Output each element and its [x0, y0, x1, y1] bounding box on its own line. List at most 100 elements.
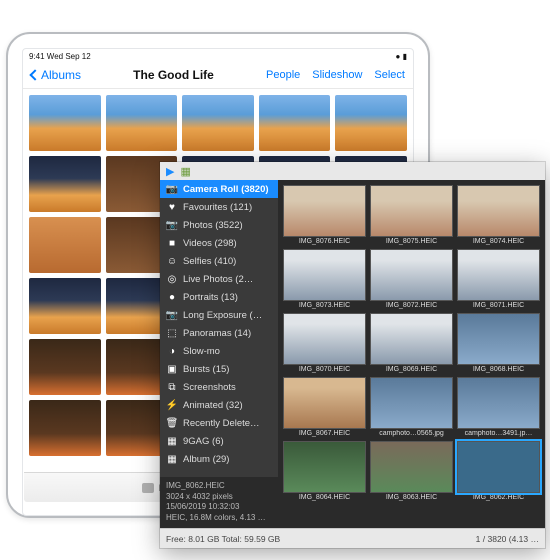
page-title: The Good Life — [133, 68, 214, 82]
back-button[interactable]: Albums — [31, 68, 81, 82]
thumb-cell[interactable]: IMG_8072.HEIC — [370, 249, 453, 309]
thumb-cell[interactable]: IMG_8064.HEIC — [283, 441, 366, 501]
thumb-cell[interactable]: camphoto…0565.jpg — [370, 377, 453, 437]
sidebar-item[interactable]: ■Videos (298) — [160, 234, 278, 252]
thumb-filename: IMG_8073.HEIC — [283, 302, 366, 309]
info-filename: IMG_8062.HEIC — [166, 481, 272, 492]
sidebar-item[interactable]: ▦ 9GAG (6) — [160, 432, 278, 450]
photo-thumb[interactable] — [29, 278, 101, 334]
sidebar-item-label: Animated (32) — [183, 400, 243, 411]
sidebar-item-label: Favourites (121) — [183, 202, 252, 213]
sidebar-item[interactable]: ♥ Favourites (121) — [160, 198, 278, 216]
info-dims: 3024 x 4032 pixels — [166, 492, 272, 503]
thumb-filename: IMG_8072.HEIC — [370, 302, 453, 309]
thumbnail-pane: IMG_8076.HEIC IMG_8075.HEIC IMG_8074.HEIC I… — [278, 180, 545, 528]
sidebar-item[interactable]: ⬚Panoramas (14) — [160, 324, 278, 342]
thumb-cell[interactable]: IMG_8067.HEIC — [283, 377, 366, 437]
sidebar-item-label: Bursts (15) — [183, 364, 229, 375]
nav-right: People Slideshow Select — [266, 69, 405, 81]
sidebar-item[interactable]: 📷 Camera Roll (3820) — [160, 180, 278, 198]
thumb-filename: IMG_8063.HEIC — [370, 494, 453, 501]
photos-icon — [142, 483, 154, 493]
sidebar-item[interactable]: ● Portraits (13) — [160, 288, 278, 306]
sidebar-item-label: Portraits (13) — [183, 292, 238, 303]
photo-thumb[interactable] — [106, 95, 178, 151]
thumb-image — [457, 313, 540, 365]
thumb-image — [283, 185, 366, 237]
thumb-filename: camphoto…0565.jpg — [370, 430, 453, 437]
sidebar-item[interactable]: 🗑 Recently Delete… — [160, 414, 278, 432]
album-icon: 📷 — [166, 309, 178, 321]
photo-thumb[interactable] — [29, 95, 101, 151]
nav-bar: Albums The Good Life People Slideshow Se… — [23, 64, 413, 89]
status-time: 9:41 Wed Sep 12 — [29, 52, 91, 61]
photo-thumb[interactable] — [29, 217, 101, 273]
photo-thumb[interactable] — [182, 95, 254, 151]
thumb-cell[interactable]: IMG_8069.HEIC — [370, 313, 453, 373]
thumb-cell[interactable]: IMG_8070.HEIC — [283, 313, 366, 373]
sidebar-item-label: Selfies (410) — [183, 256, 236, 267]
thumb-filename: IMG_8075.HEIC — [370, 238, 453, 245]
thumb-cell[interactable]: IMG_8075.HEIC — [370, 185, 453, 245]
album-icon: 📷 — [166, 183, 178, 195]
thumb-image — [283, 441, 366, 493]
thumb-image — [457, 441, 540, 493]
album-icon: 🗑 — [166, 417, 178, 429]
media-tab-icon[interactable]: ▶ — [166, 165, 174, 178]
thumb-filename: IMG_8071.HEIC — [457, 302, 540, 309]
thumb-cell[interactable]: IMG_8076.HEIC — [283, 185, 366, 245]
sidebar-item-label: Camera Roll (3820) — [183, 184, 269, 195]
thumb-image — [370, 441, 453, 493]
thumb-filename: IMG_8070.HEIC — [283, 366, 366, 373]
thumb-image — [370, 377, 453, 429]
thumb-image — [283, 377, 366, 429]
thumb-filename: IMG_8076.HEIC — [283, 238, 366, 245]
thumb-image — [457, 377, 540, 429]
nav-slideshow[interactable]: Slideshow — [312, 69, 362, 81]
thumb-image — [370, 249, 453, 301]
info-date: 15/06/2019 10:32:03 — [166, 502, 272, 513]
thumb-cell[interactable]: IMG_8074.HEIC — [457, 185, 540, 245]
sidebar-item[interactable]: 📷Long Exposure (… — [160, 306, 278, 324]
thumb-cell[interactable]: IMG_8073.HEIC — [283, 249, 366, 309]
photo-thumb[interactable] — [29, 400, 101, 456]
sidebar-item[interactable]: 📷Photos (3522) — [160, 216, 278, 234]
sidebar-item-label: Recently Delete… — [183, 418, 260, 429]
info-meta: HEIC, 16.8M colors, 4.13 … — [166, 513, 272, 524]
thumb-filename: IMG_8069.HEIC — [370, 366, 453, 373]
status-selection: 1 / 3820 (4.13 … — [476, 534, 539, 544]
album-icon: ⧉ — [166, 381, 178, 393]
photo-thumb[interactable] — [335, 95, 407, 151]
sidebar-item[interactable]: ▦Album (29) — [160, 450, 278, 468]
sidebar-item-label: Slow-mo — [183, 346, 220, 357]
thumb-cell[interactable]: IMG_8063.HEIC — [370, 441, 453, 501]
nav-select[interactable]: Select — [374, 69, 405, 81]
thumb-filename: IMG_8074.HEIC — [457, 238, 540, 245]
chevron-left-icon — [29, 69, 40, 80]
sidebar-item[interactable]: ◑Slow-mo — [160, 342, 278, 360]
album-icon: ▦ — [166, 435, 178, 447]
images-tab-icon[interactable]: ▦ — [180, 165, 190, 178]
thumb-cell[interactable]: IMG_8068.HEIC — [457, 313, 540, 373]
sidebar-item[interactable]: ⧉Screenshots — [160, 378, 278, 396]
thumb-cell[interactable]: IMG_8062.HEIC — [457, 441, 540, 501]
album-icon: ● — [166, 291, 178, 303]
album-icon: ◎ — [166, 273, 178, 285]
status-bar: 9:41 Wed Sep 12 ● ▮ — [23, 49, 413, 64]
nav-people[interactable]: People — [266, 69, 300, 81]
sidebar-item[interactable]: ◎Live Photos (2… — [160, 270, 278, 288]
album-icon: ♥ — [166, 201, 178, 213]
photo-thumb[interactable] — [259, 95, 331, 151]
sidebar-item[interactable]: ▣ Bursts (15) — [160, 360, 278, 378]
thumb-cell[interactable]: camphoto…3491.jp… — [457, 377, 540, 437]
album-icon: ▣ — [166, 363, 178, 375]
sidebar-item-label: 9GAG (6) — [183, 436, 224, 447]
photo-thumb[interactable] — [29, 156, 101, 212]
photo-thumb[interactable] — [29, 339, 101, 395]
sidebar-item-label: Videos (298) — [183, 238, 237, 249]
sidebar-item[interactable]: ☺Selfies (410) — [160, 252, 278, 270]
thumb-image — [370, 313, 453, 365]
thumb-cell[interactable]: IMG_8071.HEIC — [457, 249, 540, 309]
sidebar-item[interactable]: ⚡Animated (32) — [160, 396, 278, 414]
thumb-filename: camphoto…3491.jp… — [457, 430, 540, 437]
